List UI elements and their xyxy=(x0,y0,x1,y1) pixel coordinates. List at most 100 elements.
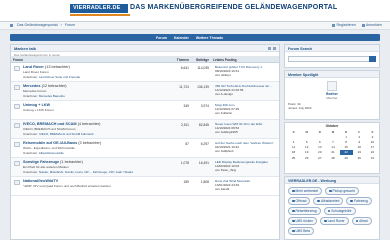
calendar-day[interactable]: 25 xyxy=(287,155,300,160)
breadcrumb-portal[interactable]: Das Geländewagenportal xyxy=(17,23,58,27)
top-bar: Das Geländewagenportal › Forum Registrie… xyxy=(0,22,390,30)
joined-label: Joined: xyxy=(288,105,298,110)
forum-name-line: Mercedes (12 betrachter) xyxy=(23,84,169,88)
forum-name[interactable]: Mercedes xyxy=(23,84,41,88)
col-last-post: Letztes Posting xyxy=(213,58,237,62)
search-button[interactable] xyxy=(369,56,376,62)
tag-chip[interactable]: Fahrzeug xyxy=(346,197,372,205)
forum-description: Wohn-, Expeditions- und Wohnmobile xyxy=(23,146,75,150)
site-banner: VIERRADLER.DE DAS MARKENÜBERGREIFENDE GE… xyxy=(0,0,390,22)
forum-name[interactable]: Land Rover xyxy=(23,65,44,69)
register-link[interactable]: Registrieren xyxy=(332,23,356,27)
tag-chip[interactable]: UBS rücken xyxy=(288,217,318,225)
calendar-day[interactable]: 29 xyxy=(340,155,353,160)
forum-row: Land Rover (13 betrachter) Land Rover For… xyxy=(11,63,279,82)
forum-name[interactable]: NationalGeoWildTV xyxy=(23,179,58,183)
login-link[interactable]: Anmelden xyxy=(361,23,382,27)
forum-row: NationalGeoWildTV "4WD" 4TV und Quad For… xyxy=(11,177,279,196)
last-post-user[interactable]: von Fullwinn xyxy=(215,111,279,115)
viewer-count: (1 betrachter) xyxy=(60,160,83,164)
calendar-day[interactable]: 30 xyxy=(353,155,366,160)
post-count: 3,974 xyxy=(200,104,209,108)
forum-description: "4WD" 4TV und Quad Forum und noch Beitri… xyxy=(23,184,111,188)
feed-icon[interactable] xyxy=(273,46,276,50)
last-post-user[interactable]: von Peter_Ihrig xyxy=(215,168,279,172)
subforum-link[interactable]: Allrad-Reisemobile xyxy=(39,151,64,155)
tag-label: UBS rücken xyxy=(295,219,314,223)
forum-list: Marken talk Das Geländewagenforum in sei… xyxy=(10,44,280,240)
subforums: Unterforen: IVECO, BREMACH und SCAM Fahr… xyxy=(23,132,169,136)
login-icon xyxy=(361,23,365,27)
forum-description: Land Rover Forum xyxy=(23,70,49,74)
forum-rows: Land Rover (13 betrachter) Land Rover For… xyxy=(11,63,279,196)
spotlight-joined: Joined: July 2020 xyxy=(288,106,376,110)
tag-label: Allradantrieb xyxy=(320,199,340,203)
forum-row: Mercedes (12 betrachter) Mercedes Forum Un… xyxy=(11,82,279,101)
category-title[interactable]: Marken talk xyxy=(14,46,36,51)
search-title: Forum Search xyxy=(285,45,379,52)
forum-row: Unimog + LKW Unimog + LKW Forum 349 3,974… xyxy=(11,101,279,120)
main-navbar: Forum Kalender Weitere Threads xyxy=(10,34,380,41)
forum-name[interactable]: IVECO, BREMACH und SCAM xyxy=(23,122,77,126)
site-logo[interactable]: VIERRADLER.DE xyxy=(70,4,128,13)
tag-label: Fahrzeug xyxy=(353,199,368,203)
last-post-user[interactable]: von uli4toyt xyxy=(215,73,279,77)
nav-more-threads[interactable]: Weitere Threads xyxy=(196,36,223,40)
forum-info: IVECO, BREMACH und SCAM (4 betrachter) IV… xyxy=(11,120,171,138)
calendar-day[interactable]: 28 xyxy=(326,155,339,160)
tag-label: UBS Beta xyxy=(295,229,310,233)
forum-icon xyxy=(14,161,20,166)
last-post-user[interactable]: von bulldog1965 xyxy=(215,130,279,134)
collapse-icon[interactable] xyxy=(268,46,271,50)
breadcrumb-forum[interactable]: Forum xyxy=(65,23,75,27)
tag-chip[interactable]: Allrad xyxy=(351,217,372,225)
tag-chip[interactable]: Mehr werbestel xyxy=(288,187,323,195)
calendar-day[interactable]: 26 xyxy=(300,155,313,160)
post-count: 114,035 xyxy=(197,66,209,70)
search-input[interactable] xyxy=(288,56,376,62)
last-post-user[interactable]: von A-design xyxy=(215,92,279,96)
subforums: Unterforen: Mercedes Baureihe xyxy=(23,94,169,98)
home-icon[interactable] xyxy=(10,23,13,27)
logo-accent-bar xyxy=(70,14,130,16)
search-panel: Forum Search xyxy=(284,44,380,68)
tag-chip[interactable]: Allradantrieb xyxy=(313,197,344,205)
tag-chip[interactable]: Land Rover xyxy=(320,217,349,225)
category-tools xyxy=(268,46,276,50)
subforum-link[interactable]: Nissan, Mitsubishi, Suzuki, Isuzu, UR ..… xyxy=(39,170,133,174)
calendar-month: Oktober xyxy=(325,124,339,128)
subforum-link[interactable]: Mercedes Baureihe xyxy=(39,94,65,98)
tag-label: Reisefahrzeug xyxy=(295,209,317,213)
forum-name[interactable]: Unimog + LKW xyxy=(23,103,50,107)
nav-forum[interactable]: Forum xyxy=(156,36,167,40)
tag-label: Mehr werbestel xyxy=(295,189,319,193)
tag-panel-title: VIERRADLER.DE - Werbung xyxy=(285,177,379,184)
tag-chip[interactable]: Schutzgebühr xyxy=(323,207,356,215)
tag-chip[interactable]: Offroad xyxy=(288,197,311,205)
subforums-label: Unterforen: xyxy=(23,75,39,79)
avatar[interactable] xyxy=(327,81,337,91)
viewer-count: (13 betrachter) xyxy=(44,65,70,69)
post-count: 1,808 xyxy=(200,180,209,184)
tag-chip[interactable]: Reisefahrzeug xyxy=(288,207,321,215)
last-post-user[interactable]: von bandit xyxy=(215,187,279,191)
last-post-user[interactable]: von bullipferd xyxy=(215,149,279,153)
forum-name[interactable]: Sonstige Fahrzeuge xyxy=(23,160,59,164)
tag-chip[interactable]: Pickup gesucht xyxy=(325,187,359,195)
calendar-day[interactable]: 31 xyxy=(366,155,379,160)
subforum-link[interactable]: IVECO, BREMACH und SCAM Fahrwerk xyxy=(39,132,94,136)
forum-name[interactable]: Reisemobile auf GE-/All-Basis xyxy=(23,141,77,145)
subforums: Unterforen: Allrad-Reisemobile xyxy=(23,151,169,155)
tag-icon xyxy=(324,219,327,223)
forum-icon xyxy=(14,142,20,147)
calendar-day[interactable]: 27 xyxy=(313,155,326,160)
joined-value: July 2020 xyxy=(298,105,312,110)
forum-info: NationalGeoWildTV "4WD" 4TV und Quad For… xyxy=(11,177,171,195)
thread-count: 87 xyxy=(185,142,189,146)
nav-calendar[interactable]: Kalender xyxy=(174,36,189,40)
tag-chip[interactable]: UBS Beta xyxy=(288,227,314,235)
subforums: Unterforen: Nissan, Mitsubishi, Suzuki, … xyxy=(23,170,169,174)
forum-info: Reisemobile auf GE-/All-Basis (3 betrach… xyxy=(11,139,171,157)
subforum-link[interactable]: Land Rover Serie und Freunde xyxy=(39,75,80,79)
forum-icon xyxy=(14,180,20,185)
